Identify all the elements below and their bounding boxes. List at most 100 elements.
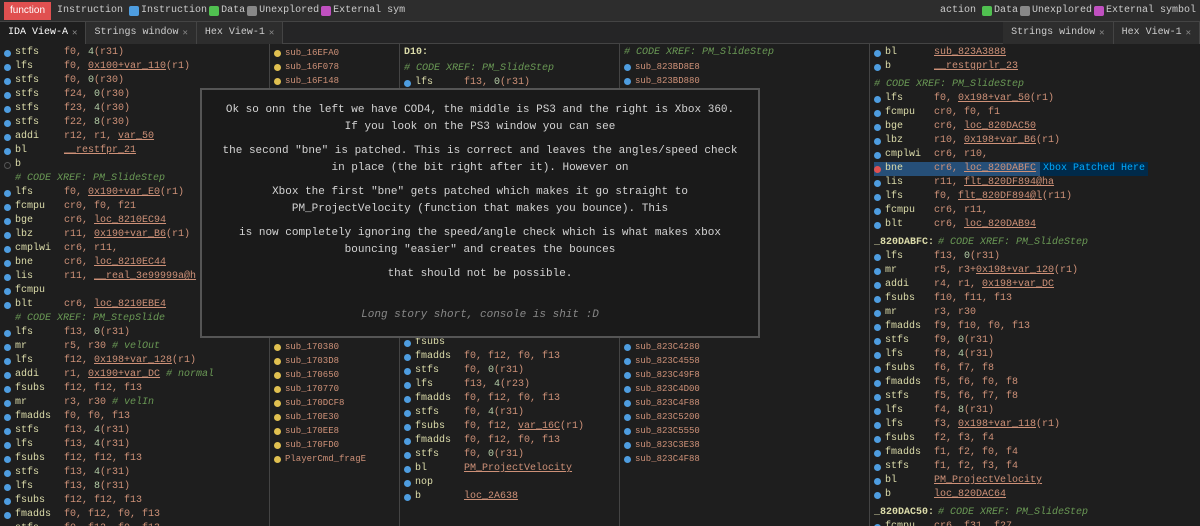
code-line: sub_823C3E38 — [624, 438, 865, 452]
dot-yellow — [274, 78, 281, 85]
code-line: stfsf0, 0(r31) — [404, 448, 615, 462]
dot-blue — [624, 414, 631, 421]
code-line: stfsf1, f2, f3, f4 — [874, 460, 1146, 474]
function-btn[interactable]: function — [4, 2, 51, 20]
code-line: sub_1703D8 — [274, 354, 395, 368]
tab-hex-close[interactable]: ✕ — [269, 28, 274, 38]
dot-blue — [4, 358, 11, 365]
unexplored-legend-label: Unexplored — [259, 5, 319, 16]
code-line: fsubsf0, f12, var_16C(r1) — [404, 420, 615, 434]
toolbar: function Instruction Instruction Data Un… — [0, 0, 1200, 22]
dot-empty — [4, 162, 11, 169]
code-line: PlayerCmd_fragE — [274, 452, 395, 466]
code-line: fmaddsf0, f12, f0, f13 — [404, 350, 615, 364]
code-line: stfsf0, 4(r31) — [404, 406, 615, 420]
dot-blue — [4, 484, 11, 491]
dot-blue — [404, 382, 411, 389]
code-line: stfsf0, f12, f0, f13 — [4, 522, 265, 526]
dot-blue — [404, 480, 411, 487]
dot-blue — [624, 386, 631, 393]
dot-blue — [4, 274, 11, 281]
dot-blue — [874, 478, 881, 485]
far-right-panel: blsub_823A3888 b__restgprlr_23 # CODE XR… — [870, 44, 1150, 526]
dot-blue — [624, 78, 631, 85]
dot-blue — [624, 344, 631, 351]
dot-yellow — [274, 414, 281, 421]
modal-text2: the second "bne" is patched. This is cor… — [218, 143, 742, 176]
modal-footer: Long story short, console is shit :D — [218, 307, 742, 324]
code-line: sub_170FD0 — [274, 438, 395, 452]
tab-hex-label: Hex View-1 — [205, 27, 265, 38]
dot-blue — [874, 180, 881, 187]
dot-blue — [874, 208, 881, 215]
dot-blue — [4, 120, 11, 127]
code-line: sub_170DCF8 — [274, 396, 395, 410]
external-dot — [321, 6, 331, 16]
dot-blue — [874, 464, 881, 471]
tab-hex-right-label: Hex View-1 — [1122, 27, 1182, 38]
code-line: stfsf13, 4(r31) — [4, 424, 265, 438]
dot-yellow — [274, 428, 281, 435]
tab-strings-close[interactable]: ✕ — [182, 28, 187, 38]
dot-blue — [4, 148, 11, 155]
instruction-legend: Instruction — [129, 5, 207, 16]
code-line: blPM_ProjectVelocity — [874, 474, 1146, 488]
dot-blue — [874, 110, 881, 117]
code-line: addir4, r1, 0x198+var_DC — [874, 278, 1146, 292]
code-line: fsubs — [404, 336, 615, 350]
code-line: stfsf0, 0(r31) — [404, 364, 615, 378]
dot-blue — [404, 410, 411, 417]
tab-ida-view[interactable]: IDA View-A ✕ — [0, 22, 86, 44]
code-line: fcmpucr6, f31, f27 — [874, 520, 1146, 526]
tab-strings-right[interactable]: Strings window ✕ — [1003, 22, 1113, 44]
code-line: sub_823C4558 — [624, 354, 865, 368]
data-legend: Data — [209, 5, 245, 16]
dot-blue — [404, 424, 411, 431]
right-unexplored-legend: Unexplored — [1020, 5, 1092, 16]
code-line: mrr5, r30 # velOut — [4, 340, 265, 354]
code-line: fcmpucr6, r11, — [874, 204, 1146, 218]
code-line: blsub_823A3888 — [874, 46, 1146, 60]
tab-strings-right-close[interactable]: ✕ — [1099, 28, 1104, 38]
code-line: fmaddsf0, f12, f0, f13 — [404, 434, 615, 448]
dot-blue — [4, 400, 11, 407]
dot-blue — [874, 194, 881, 201]
code-line: lfsf0, flt_820DF894@l(r11) — [874, 190, 1146, 204]
dot-blue — [874, 338, 881, 345]
dot-yellow — [274, 358, 281, 365]
tab-hex-right-close[interactable]: ✕ — [1186, 28, 1191, 38]
dot-blue — [4, 232, 11, 239]
code-line: sub_16EFA0 — [274, 46, 395, 60]
modal-text5: that should not be possible. — [218, 266, 742, 283]
dot-blue — [874, 380, 881, 387]
code-line: lfsf8, 4(r31) — [874, 348, 1146, 362]
dot-blue — [874, 222, 881, 229]
dot-blue — [4, 414, 11, 421]
code-line: lfsf13, 4(r23) — [404, 378, 615, 392]
dot-blue — [624, 358, 631, 365]
code-line: fmaddsf9, f10, f0, f13 — [874, 320, 1146, 334]
dot-yellow — [274, 386, 281, 393]
dot-blue — [874, 436, 881, 443]
dot-blue — [4, 92, 11, 99]
dot-yellow — [274, 456, 281, 463]
dot-blue — [874, 492, 881, 499]
instruction-dot — [129, 6, 139, 16]
tab-hex-right[interactable]: Hex View-1 ✕ — [1114, 22, 1200, 44]
code-line: fmaddsf0, f12, f0, f13 — [4, 508, 265, 522]
code-line: fsubsf6, f7, f8 — [874, 362, 1146, 376]
tab-ida-view-label: IDA View-A — [8, 27, 68, 38]
code-line: sub_170380 — [274, 340, 395, 354]
instruction-label: Instruction — [53, 5, 127, 16]
code-line: lisr11, flt_820DF894@ha — [874, 176, 1146, 190]
code-line: sub_170770 — [274, 382, 395, 396]
dot-blue — [4, 456, 11, 463]
tab-strings[interactable]: Strings window ✕ — [86, 22, 196, 44]
section-label-820dabfc: _820DABFC: # CODE XREF: PM_SlideStep — [874, 236, 1146, 250]
right-external-label: External symbol — [1106, 5, 1196, 16]
code-line: sub_16F148 — [274, 74, 395, 88]
tab-hex[interactable]: Hex View-1 ✕ — [197, 22, 283, 44]
dot-blue — [4, 288, 11, 295]
tab-ida-view-close[interactable]: ✕ — [72, 28, 77, 38]
data-legend-label: Data — [221, 5, 245, 16]
